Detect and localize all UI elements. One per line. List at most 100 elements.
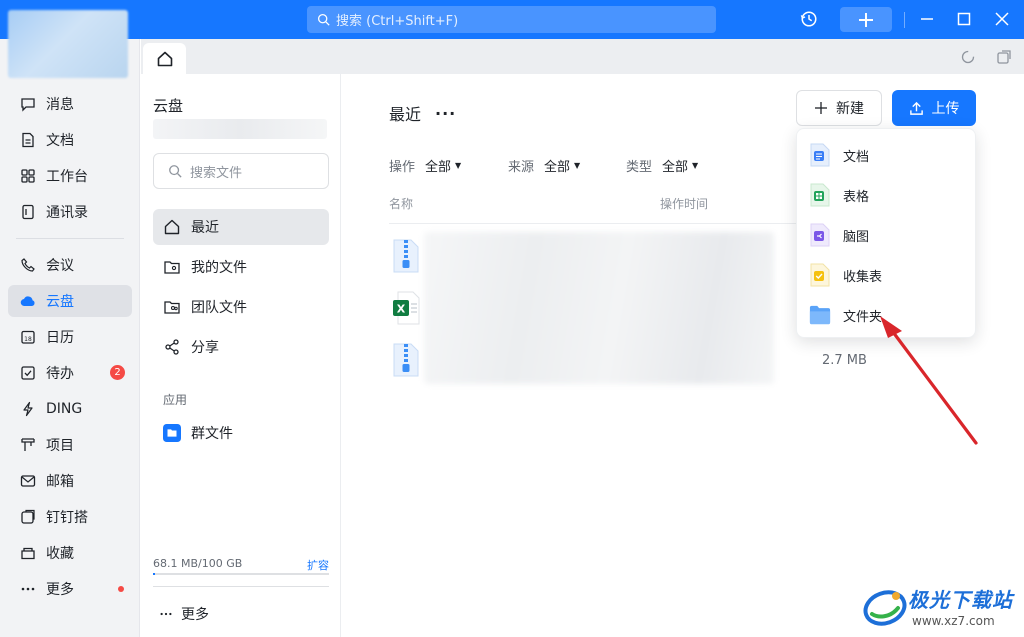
- nav-label: 收藏: [46, 546, 74, 562]
- filter-value: 全部: [662, 160, 689, 175]
- sheet-file-icon: [809, 183, 831, 207]
- nav-item-meeting[interactable]: 会议: [8, 249, 132, 281]
- mail-icon: [20, 473, 36, 489]
- sidebar-item-label: 分享: [191, 340, 219, 356]
- watermark-logo-icon: [863, 590, 907, 626]
- nav-item-ding[interactable]: DING: [8, 393, 132, 425]
- calendar-icon: 18: [20, 329, 36, 345]
- watermark-url: www.xz7.com: [912, 614, 995, 628]
- nav-label: 云盘: [46, 294, 74, 310]
- nav-item-mail[interactable]: 邮箱: [8, 465, 132, 497]
- plus-icon: [859, 12, 873, 27]
- apps-section-label: 应用: [163, 393, 188, 407]
- sidebar-item-label: 最近: [191, 220, 219, 236]
- document-icon: [20, 132, 36, 148]
- maximize-icon[interactable]: [953, 8, 975, 30]
- file-size: 2.7 MB: [822, 353, 867, 368]
- create-button[interactable]: [840, 7, 892, 32]
- new-menu-item-document[interactable]: 文档: [797, 135, 977, 175]
- tab-bar: [141, 39, 1024, 74]
- file-search-input[interactable]: 搜索文件: [153, 153, 329, 189]
- my-files-icon: [163, 258, 181, 276]
- nav-item-messages[interactable]: 消息: [8, 88, 132, 120]
- sidebar-title: 云盘: [153, 97, 184, 115]
- close-icon[interactable]: [991, 8, 1013, 30]
- sidebar-item-recent[interactable]: 最近: [153, 209, 329, 245]
- cloud-icon: [20, 293, 36, 309]
- nav-item-calendar[interactable]: 18 日历: [8, 321, 132, 353]
- favorite-icon: [20, 545, 36, 561]
- sidebar-item-group-files[interactable]: 群文件: [153, 415, 329, 451]
- title-bar: 搜索 (Ctrl+Shift+F): [0, 0, 1024, 39]
- upload-button-label: 上传: [931, 101, 960, 117]
- sidebar-item-my-files[interactable]: 我的文件: [153, 249, 329, 285]
- new-menu-label: 文件夹: [843, 309, 883, 325]
- nav-item-todo[interactable]: 待办 2: [8, 357, 132, 389]
- new-menu-item-folder[interactable]: 文件夹: [797, 295, 977, 335]
- filter-source[interactable]: 来源 全部 ▼: [508, 156, 580, 175]
- nav-item-more[interactable]: 更多: [8, 573, 132, 605]
- watermark-title: 极光下载站: [908, 588, 1013, 612]
- doc-file-icon: [809, 143, 831, 167]
- sidebar-item-label: 团队文件: [191, 300, 247, 316]
- nav-label: 文档: [46, 133, 74, 149]
- history-icon[interactable]: [798, 8, 820, 30]
- left-nav: 消息 文档 工作台 通讯录 会议 云盘 18 日历 待办 2 DING 项目 邮…: [0, 39, 140, 637]
- nav-item-dingdingda[interactable]: 钉钉搭: [8, 501, 132, 533]
- team-files-icon: [163, 298, 181, 316]
- nav-label: 通讯录: [46, 205, 88, 221]
- nav-item-cloud-drive[interactable]: 云盘: [8, 285, 132, 317]
- sidebar-item-team-files[interactable]: 团队文件: [153, 289, 329, 325]
- lightning-icon: [20, 401, 36, 417]
- new-menu-item-form[interactable]: 收集表: [797, 255, 977, 295]
- more-icon: [20, 581, 36, 597]
- caret-down-icon: ▼: [574, 161, 581, 170]
- nav-label: DING: [46, 401, 83, 417]
- storage-progress-bar: [153, 573, 329, 575]
- expand-storage-link[interactable]: 扩容: [307, 557, 329, 573]
- nav-item-project[interactable]: 项目: [8, 429, 132, 461]
- title-more-button[interactable]: ···: [435, 104, 456, 123]
- filter-operation[interactable]: 操作 全部 ▼: [389, 156, 461, 175]
- storage-usage: 68.1 MB/100 GB 扩容: [153, 557, 329, 573]
- filter-value: 全部: [544, 160, 571, 175]
- minimize-icon[interactable]: [916, 8, 938, 30]
- column-header-name[interactable]: 名称: [389, 195, 413, 212]
- nav-item-favorites[interactable]: 收藏: [8, 537, 132, 569]
- file-search-placeholder: 搜索文件: [190, 165, 243, 181]
- tab-home[interactable]: [143, 43, 186, 74]
- caret-down-icon: ▼: [455, 161, 462, 170]
- global-search-input[interactable]: 搜索 (Ctrl+Shift+F): [307, 6, 716, 33]
- notification-dot: [118, 586, 124, 592]
- search-icon: [168, 164, 182, 178]
- user-avatar[interactable]: [8, 10, 128, 78]
- new-menu-label: 文档: [843, 149, 870, 165]
- nav-item-documents[interactable]: 文档: [8, 124, 132, 156]
- zip-icon[interactable]: [392, 239, 420, 273]
- upload-button[interactable]: 上传: [892, 90, 976, 126]
- new-button[interactable]: 新建: [796, 90, 882, 126]
- zip-icon[interactable]: [392, 343, 420, 377]
- excel-icon[interactable]: X: [392, 291, 420, 325]
- column-header-time[interactable]: 操作时间: [660, 195, 708, 212]
- open-window-icon[interactable]: [996, 49, 1012, 65]
- new-menu-item-mindmap[interactable]: 脑图: [797, 215, 977, 255]
- new-menu-dropdown: 文档 表格 脑图 收集表 文件夹: [796, 128, 976, 338]
- nav-item-workbench[interactable]: 工作台: [8, 160, 132, 192]
- workbench-icon: [20, 168, 36, 184]
- nav-item-contacts[interactable]: 通讯录: [8, 196, 132, 228]
- sidebar-item-label: 我的文件: [191, 260, 247, 276]
- refresh-icon[interactable]: [960, 49, 976, 65]
- todo-count-badge: 2: [110, 365, 125, 380]
- redacted-file-rows: [424, 232, 774, 384]
- nav-label: 更多: [46, 582, 74, 598]
- sidebar-item-share[interactable]: 分享: [153, 329, 329, 365]
- sidebar-more-button[interactable]: 更多: [159, 604, 209, 624]
- filter-type[interactable]: 类型 全部 ▼: [626, 156, 698, 175]
- mindmap-file-icon: [809, 223, 831, 247]
- svg-text:18: 18: [24, 336, 32, 343]
- group-files-icon: [163, 424, 181, 442]
- nav-divider: [16, 238, 124, 239]
- new-menu-item-sheet[interactable]: 表格: [797, 175, 977, 215]
- home-icon: [163, 218, 181, 236]
